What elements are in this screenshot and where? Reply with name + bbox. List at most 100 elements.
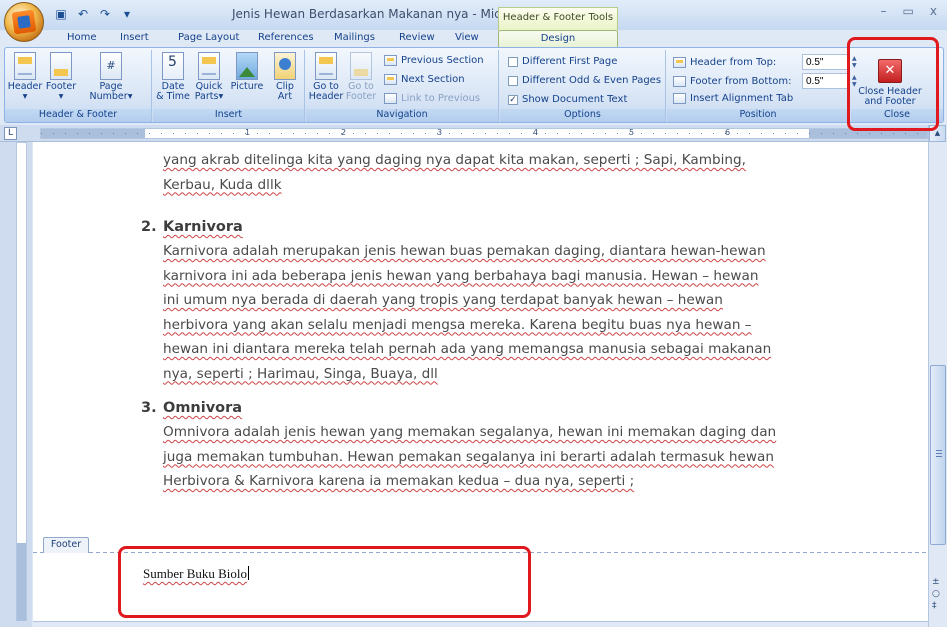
header-from-top-row: Header from Top: ▲▼	[673, 54, 860, 70]
ruler-number: 4	[533, 128, 539, 137]
group-header-footer: Header ▾ Footer ▾ # Page Number▾ Header & F…	[5, 50, 152, 122]
ruler-number: 2	[341, 128, 347, 137]
group-label-insert: Insert	[153, 109, 304, 122]
go-to-footer-icon	[350, 52, 372, 80]
picture-button[interactable]: Picture	[227, 52, 267, 92]
undo-icon[interactable]: ↶	[74, 5, 92, 22]
different-first-page-checkbox[interactable]: Different First Page	[508, 56, 617, 67]
scroll-up-icon[interactable]: ▲	[929, 125, 946, 142]
paragraph-top: yang akrab ditelinga kita yang daging ny…	[163, 148, 803, 197]
vertical-scrollbar[interactable]: ▲ ± ○ ‡	[928, 125, 947, 627]
ruler-strip[interactable]: 1 2 3 4 5 6	[40, 128, 928, 139]
quick-parts-icon	[198, 52, 220, 80]
text-line: ini umum nya berada di daerah yang tropi…	[163, 292, 723, 308]
header-button[interactable]: Header ▾	[7, 52, 43, 102]
paragraph-karnivora: Karnivora adalah merupakan jenis hewan b…	[163, 239, 803, 386]
header-footer-tools-label: Header & Footer Tools	[498, 7, 618, 31]
maximize-icon[interactable]: ▭	[903, 4, 914, 18]
ruler-number: 1	[245, 128, 251, 137]
save-icon[interactable]: ▣	[52, 5, 70, 22]
tab-home[interactable]: Home	[67, 32, 97, 43]
checkmark-icon: ✓	[508, 94, 518, 105]
calendar-icon	[162, 52, 184, 80]
link-to-previous-button[interactable]: Link to Previous	[384, 93, 480, 104]
tab-mailings[interactable]: Mailings	[334, 32, 375, 43]
vertical-ruler	[0, 142, 32, 627]
previous-page-icon[interactable]: ±	[932, 577, 940, 587]
close-icon: ✕	[878, 59, 902, 83]
checkbox-icon	[508, 75, 518, 86]
office-button[interactable]	[4, 2, 44, 42]
show-document-text-checkbox[interactable]: ✓ Show Document Text	[508, 94, 627, 105]
vertical-ruler-footer-margin	[17, 543, 26, 621]
footer-icon	[50, 52, 72, 80]
dropdown-arrow-icon: ▾	[58, 91, 64, 102]
footer-text-field[interactable]: Sumber Buku Biolo	[143, 566, 250, 582]
different-odd-even-checkbox[interactable]: Different Odd & Even Pages	[508, 75, 661, 86]
tab-page-layout[interactable]: Page Layout	[178, 32, 239, 43]
page-number-button[interactable]: # Page Number▾	[87, 52, 135, 102]
tab-selector-icon[interactable]: L	[4, 127, 17, 140]
group-label-position: Position	[667, 109, 849, 122]
insert-alignment-tab-button[interactable]: Insert Alignment Tab	[673, 93, 793, 104]
header-icon	[14, 52, 36, 80]
section-heading-karnivora: Karnivora	[163, 219, 243, 235]
go-to-header-icon	[315, 52, 337, 80]
tab-view[interactable]: View	[455, 32, 479, 43]
vertical-ruler-strip[interactable]	[16, 142, 27, 621]
alignment-tab-icon	[673, 93, 686, 104]
paragraph-omnivora: Omnivora adalah jenis hewan yang memakan…	[163, 420, 803, 494]
link-icon	[384, 93, 397, 104]
office-logo-icon	[11, 9, 37, 35]
scrollbar-thumb[interactable]	[930, 365, 946, 545]
previous-section-icon	[384, 55, 397, 66]
document-page[interactable]: yang akrab ditelinga kita yang daging ny…	[33, 142, 928, 622]
footer-button[interactable]: Footer ▾	[43, 52, 79, 102]
text-line: Kerbau, Kuda dllk	[163, 176, 282, 193]
horizontal-scrollbar[interactable]	[33, 621, 928, 627]
window-controls: – ▭ x	[881, 4, 937, 18]
ribbon: Header ▾ Footer ▾ # Page Number▾ Header & F…	[4, 47, 944, 123]
footer-boundary	[33, 552, 928, 553]
text-cursor	[248, 566, 250, 580]
text-line: Karnivora adalah merupakan jenis hewan b…	[163, 243, 766, 259]
close-window-icon[interactable]: x	[930, 4, 937, 18]
group-label-close: Close	[851, 109, 943, 122]
go-to-footer-button[interactable]: Go to Footer	[343, 52, 379, 102]
clip-art-icon	[274, 52, 296, 80]
section-heading-omnivora: Omnivora	[163, 400, 243, 416]
page-number-icon: #	[100, 52, 122, 80]
date-time-button[interactable]: Date& Time	[155, 52, 191, 102]
clip-art-button[interactable]: Clip Art	[267, 52, 303, 102]
tab-insert[interactable]: Insert	[120, 32, 149, 43]
text-line: nya, seperti ; Harimau, Singa, Buaya, dl…	[163, 365, 438, 382]
header-from-top-input[interactable]	[802, 54, 848, 70]
next-page-icon[interactable]: ‡	[932, 601, 937, 611]
group-navigation: Go to Header Go to Footer Previous Section…	[306, 50, 499, 122]
customize-qat-icon[interactable]: ▾	[118, 5, 136, 22]
previous-section-button[interactable]: Previous Section	[384, 55, 484, 66]
tab-references[interactable]: References	[258, 32, 314, 43]
text-line: hewan ini diantara mereka telah pernah a…	[163, 341, 772, 357]
checkbox-icon	[508, 56, 518, 67]
title-bar: ▣ ↶ ↷ ▾ Jenis Hewan Berdasarkan Makanan …	[0, 0, 947, 42]
grip-icon	[936, 450, 942, 458]
close-header-footer-button[interactable]: ✕ Close Header and Footer	[857, 52, 923, 107]
tab-design[interactable]: Design	[498, 30, 618, 48]
list-number: 2.	[141, 219, 157, 235]
tab-review[interactable]: Review	[399, 32, 435, 43]
next-section-button[interactable]: Next Section	[384, 74, 465, 85]
go-to-header-button[interactable]: Go to Header	[308, 52, 344, 102]
text-line: juga memakan tumbuhan. Hewan pemakan seg…	[163, 448, 774, 465]
footer-from-bottom-input[interactable]	[802, 73, 848, 89]
quick-access-toolbar: ▣ ↶ ↷ ▾	[52, 5, 136, 22]
browse-object-icon[interactable]: ○	[932, 589, 940, 599]
footer-text: Sumber Buku Biolo	[143, 566, 248, 581]
redo-icon[interactable]: ↷	[96, 5, 114, 22]
group-label-header-footer: Header & Footer	[5, 109, 151, 122]
minimize-icon[interactable]: –	[881, 4, 887, 18]
footer-label-tab: Footer	[43, 537, 89, 553]
quick-parts-button[interactable]: Quick Parts▾	[191, 52, 227, 102]
group-position: Header from Top: ▲▼ Footer from Bottom: …	[667, 50, 857, 122]
footer-position-icon	[673, 75, 686, 87]
